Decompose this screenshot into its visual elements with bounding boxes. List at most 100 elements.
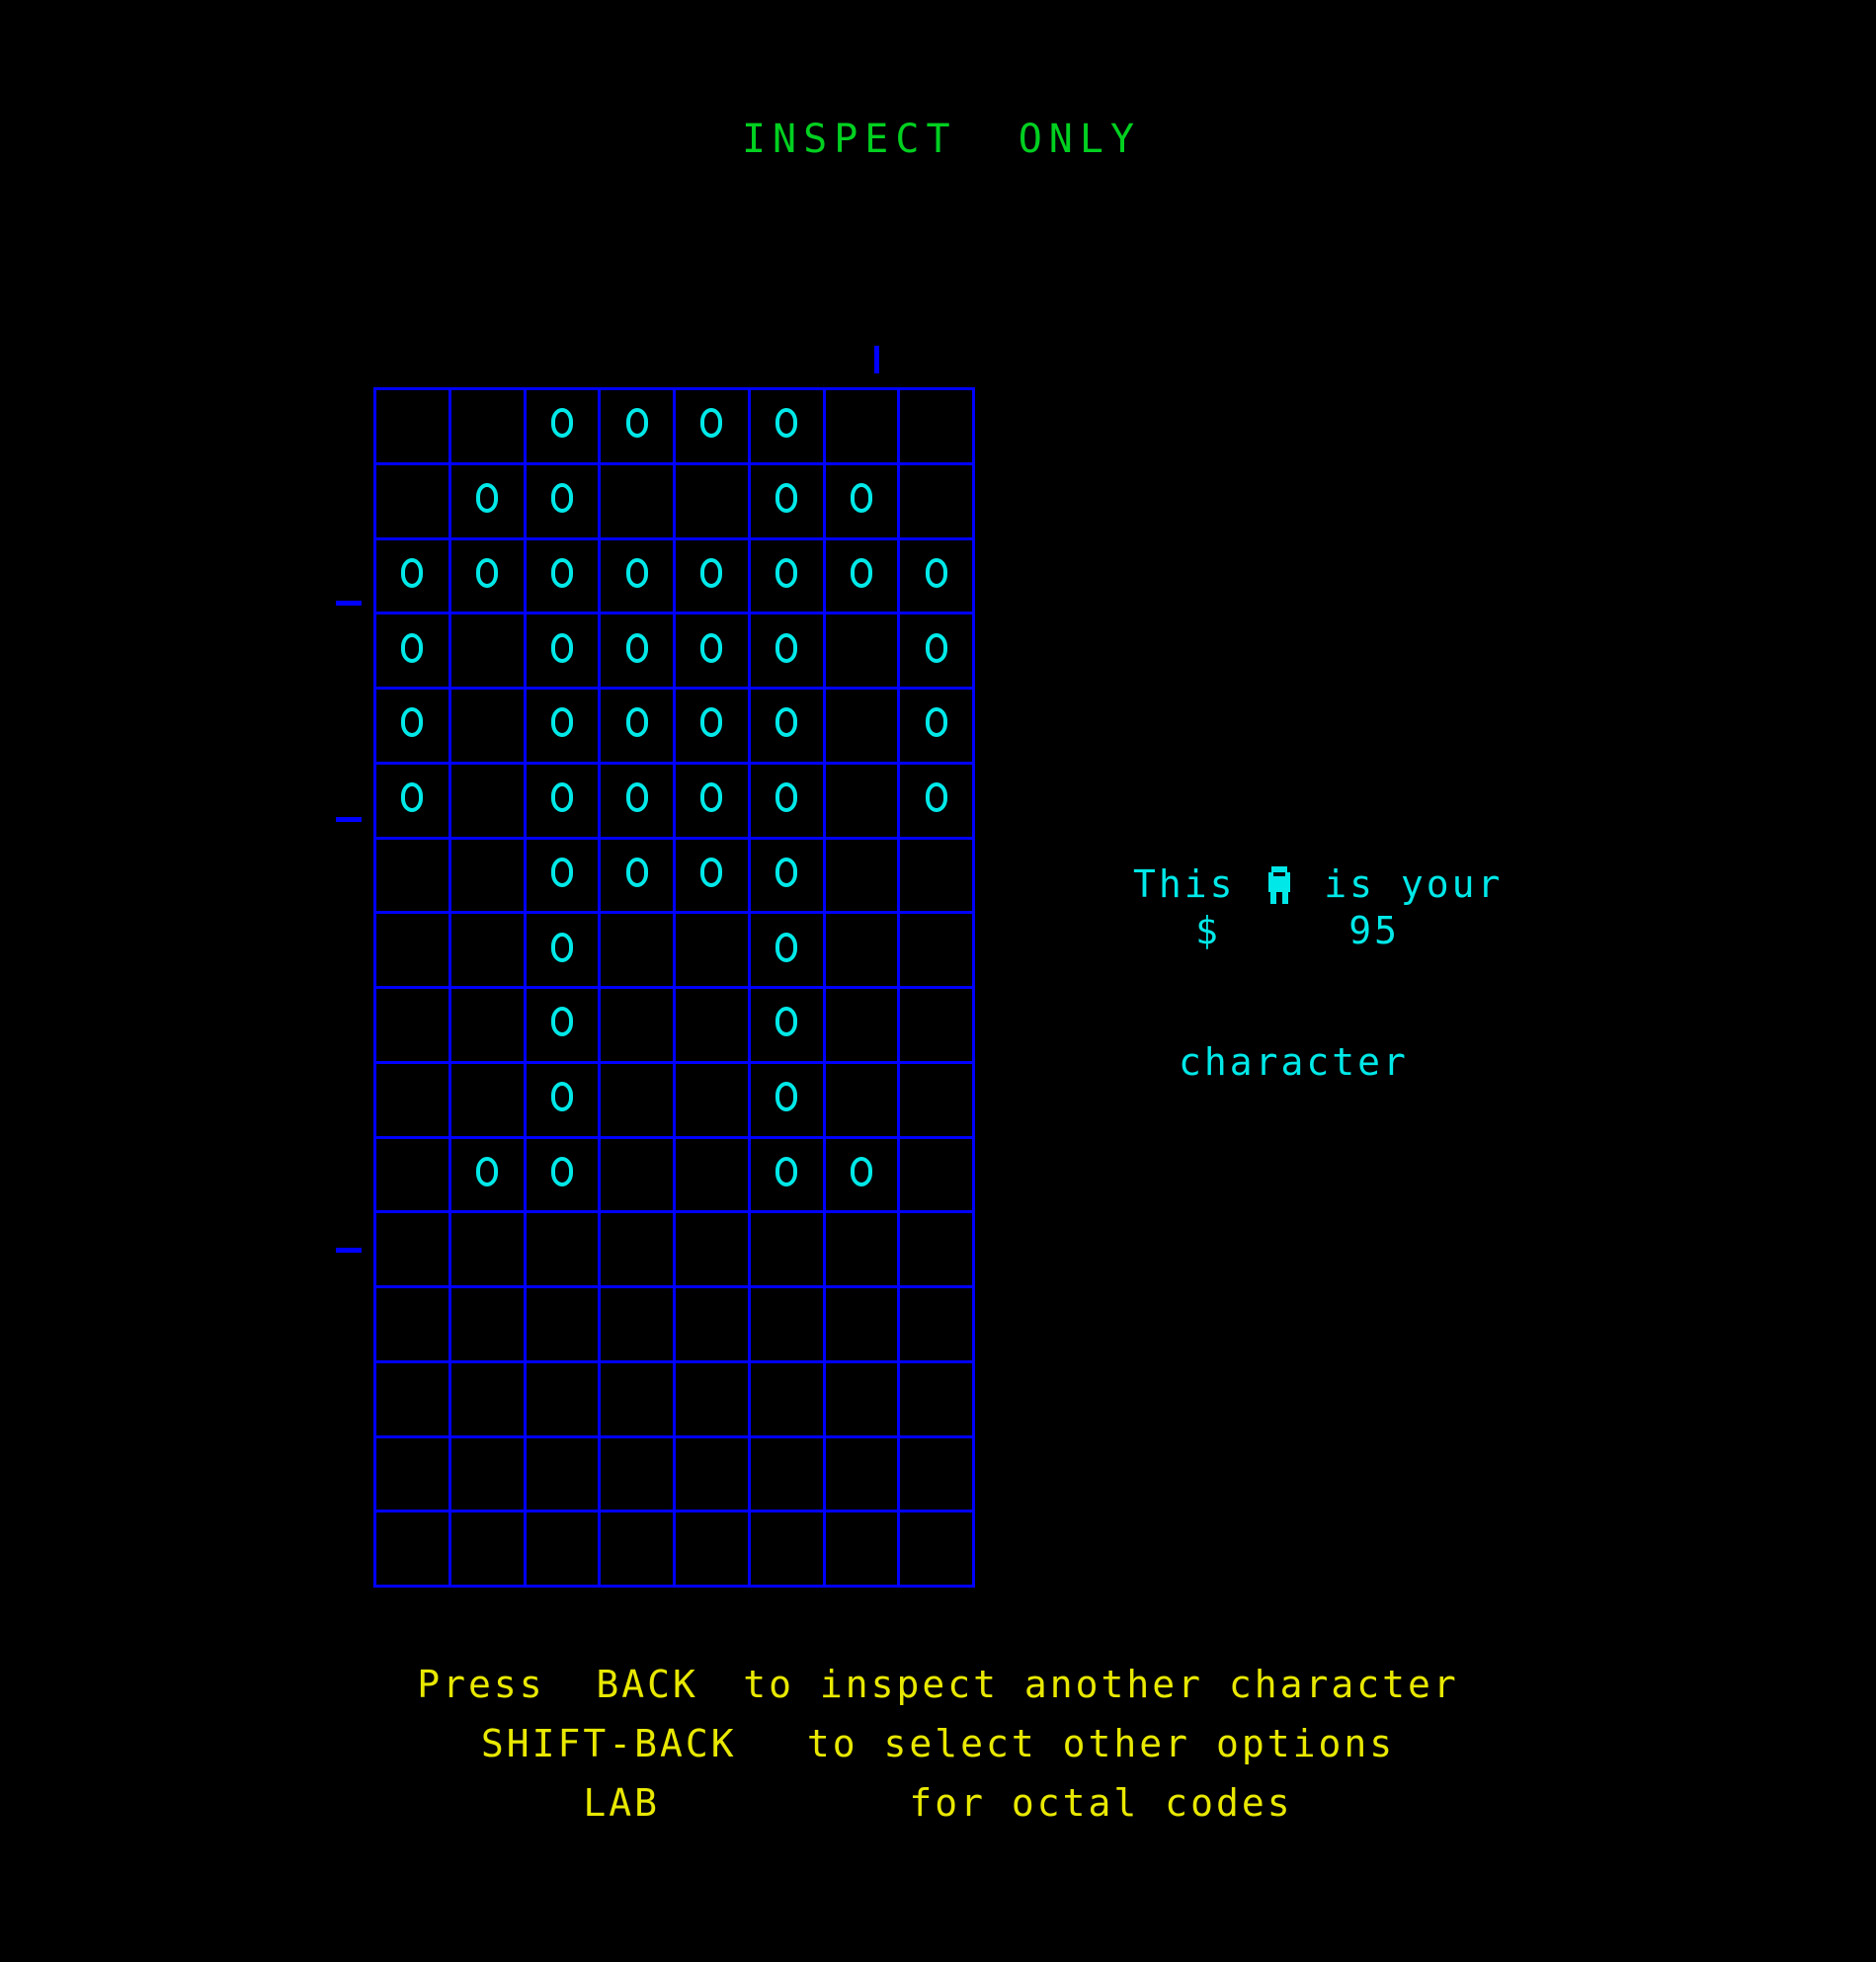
map-cell-filled[interactable]	[747, 387, 826, 465]
map-cell-empty[interactable]	[523, 1285, 602, 1363]
map-cell-filled[interactable]	[822, 536, 901, 615]
map-cell-filled[interactable]	[747, 461, 826, 540]
map-cell-filled[interactable]	[897, 536, 975, 615]
map-cell-filled[interactable]	[822, 461, 901, 540]
map-cell-filled[interactable]	[598, 687, 676, 765]
map-cell-empty[interactable]	[448, 836, 527, 915]
map-cell-empty[interactable]	[673, 1135, 751, 1214]
map-cell-filled[interactable]	[673, 536, 751, 615]
map-cell-empty[interactable]	[822, 1285, 901, 1363]
map-cell-empty[interactable]	[523, 1434, 602, 1513]
map-cell-filled[interactable]	[598, 761, 676, 840]
map-cell-empty[interactable]	[373, 911, 451, 989]
map-cell-empty[interactable]	[747, 1434, 826, 1513]
map-cell-empty[interactable]	[598, 911, 676, 989]
map-cell-empty[interactable]	[448, 687, 527, 765]
map-cell-filled[interactable]	[747, 536, 826, 615]
map-cell-filled[interactable]	[747, 612, 826, 690]
map-cell-filled[interactable]	[523, 612, 602, 690]
map-cell-empty[interactable]	[747, 1510, 826, 1588]
map-cell-empty[interactable]	[897, 1434, 975, 1513]
map-cell-empty[interactable]	[897, 461, 975, 540]
map-cell-empty[interactable]	[448, 1210, 527, 1288]
map-cell-empty[interactable]	[897, 1135, 975, 1214]
map-cell-empty[interactable]	[448, 911, 527, 989]
map-cell-empty[interactable]	[747, 1210, 826, 1288]
map-cell-empty[interactable]	[673, 1210, 751, 1288]
map-cell-empty[interactable]	[523, 1210, 602, 1288]
map-cell-filled[interactable]	[523, 536, 602, 615]
map-cell-empty[interactable]	[897, 387, 975, 465]
map-cell-empty[interactable]	[822, 612, 901, 690]
map-cell-empty[interactable]	[598, 1210, 676, 1288]
map-cell-empty[interactable]	[448, 1359, 527, 1438]
map-cell-empty[interactable]	[897, 1285, 975, 1363]
map-cell-empty[interactable]	[598, 1434, 676, 1513]
map-cell-filled[interactable]	[897, 687, 975, 765]
map-cell-empty[interactable]	[673, 1510, 751, 1588]
map-cell-filled[interactable]	[747, 986, 826, 1064]
map-cell-empty[interactable]	[747, 1359, 826, 1438]
map-cell-filled[interactable]	[673, 687, 751, 765]
map-cell-empty[interactable]	[897, 1060, 975, 1139]
map-cell-empty[interactable]	[598, 1135, 676, 1214]
map-cell-empty[interactable]	[448, 1285, 527, 1363]
map-cell-empty[interactable]	[897, 836, 975, 915]
map-cell-empty[interactable]	[673, 1060, 751, 1139]
map-cell-filled[interactable]	[598, 387, 676, 465]
map-cell-empty[interactable]	[373, 387, 451, 465]
map-cell-empty[interactable]	[448, 1060, 527, 1139]
map-cell-empty[interactable]	[448, 1434, 527, 1513]
map-cell-filled[interactable]	[747, 1135, 826, 1214]
map-cell-empty[interactable]	[673, 911, 751, 989]
map-cell-empty[interactable]	[673, 461, 751, 540]
map-cell-empty[interactable]	[448, 986, 527, 1064]
map-cell-filled[interactable]	[673, 761, 751, 840]
map-cell-empty[interactable]	[448, 1510, 527, 1588]
map-cell-filled[interactable]	[523, 687, 602, 765]
map-cell-filled[interactable]	[448, 536, 527, 615]
map-cell-empty[interactable]	[897, 911, 975, 989]
map-cell-empty[interactable]	[373, 1359, 451, 1438]
map-cell-empty[interactable]	[822, 1060, 901, 1139]
map-cell-empty[interactable]	[373, 986, 451, 1064]
map-cell-filled[interactable]	[897, 761, 975, 840]
map-cell-filled[interactable]	[373, 687, 451, 765]
map-cell-filled[interactable]	[747, 1060, 826, 1139]
map-cell-empty[interactable]	[523, 1510, 602, 1588]
map-cell-empty[interactable]	[822, 911, 901, 989]
map-cell-empty[interactable]	[673, 1285, 751, 1363]
map-cell-empty[interactable]	[598, 1510, 676, 1588]
map-cell-filled[interactable]	[448, 1135, 527, 1214]
map-cell-filled[interactable]	[747, 836, 826, 915]
map-cell-filled[interactable]	[747, 761, 826, 840]
map-cell-empty[interactable]	[822, 986, 901, 1064]
map-cell-empty[interactable]	[822, 387, 901, 465]
map-cell-empty[interactable]	[598, 1060, 676, 1139]
map-cell-filled[interactable]	[523, 911, 602, 989]
map-cell-empty[interactable]	[822, 1510, 901, 1588]
map-cell-filled[interactable]	[523, 761, 602, 840]
map-cell-empty[interactable]	[822, 1210, 901, 1288]
map-cell-empty[interactable]	[523, 1359, 602, 1438]
map-cell-empty[interactable]	[747, 1285, 826, 1363]
map-cell-empty[interactable]	[373, 1060, 451, 1139]
map-cell-empty[interactable]	[448, 761, 527, 840]
map-grid[interactable]	[373, 387, 975, 1588]
map-cell-filled[interactable]	[448, 461, 527, 540]
map-cell-filled[interactable]	[747, 911, 826, 989]
map-cell-empty[interactable]	[673, 1434, 751, 1513]
map-cell-filled[interactable]	[673, 836, 751, 915]
footer-key-label[interactable]: LAB	[583, 1773, 909, 1833]
map-cell-filled[interactable]	[523, 1060, 602, 1139]
map-cell-empty[interactable]	[822, 687, 901, 765]
map-cell-filled[interactable]	[598, 612, 676, 690]
map-cell-empty[interactable]	[598, 1285, 676, 1363]
footer-key-label[interactable]: Press BACK	[417, 1655, 743, 1714]
map-cell-empty[interactable]	[598, 461, 676, 540]
map-cell-empty[interactable]	[598, 1359, 676, 1438]
map-cell-filled[interactable]	[598, 836, 676, 915]
map-cell-filled[interactable]	[673, 612, 751, 690]
map-cell-empty[interactable]	[448, 387, 527, 465]
map-cell-empty[interactable]	[897, 986, 975, 1064]
